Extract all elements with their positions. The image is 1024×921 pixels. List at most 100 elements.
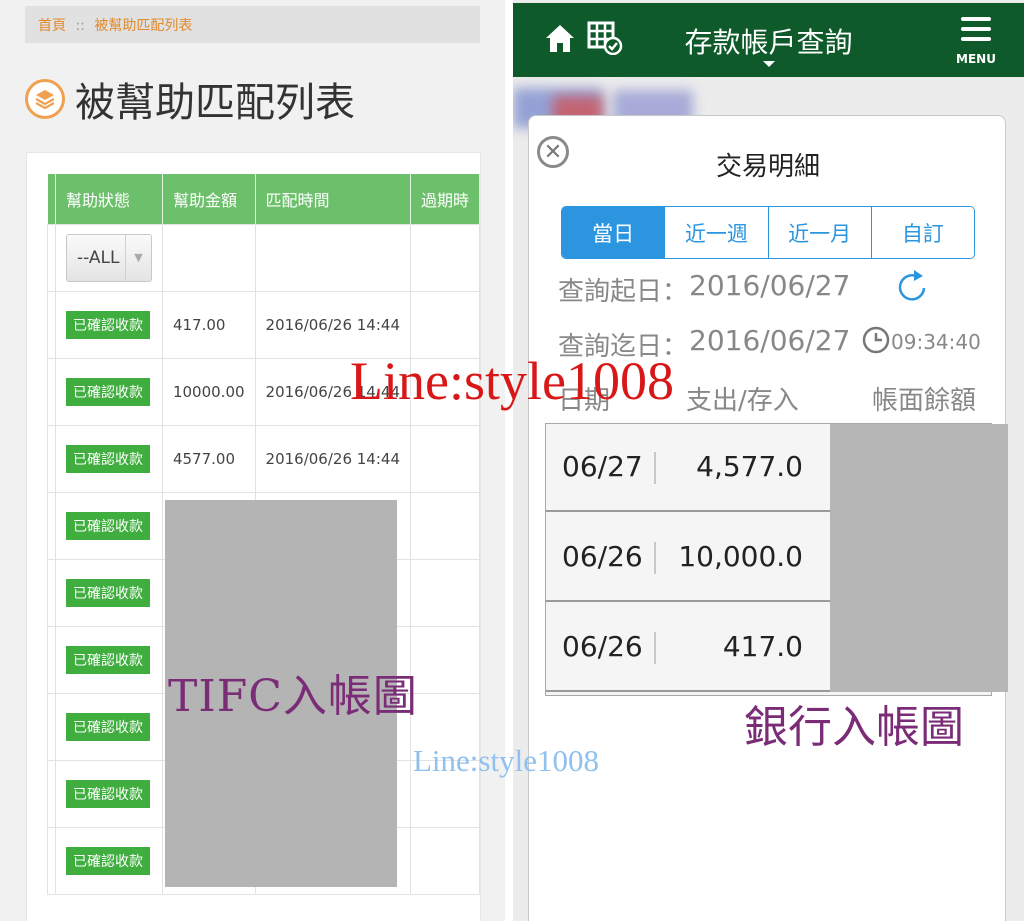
status-cell: 已確認收款	[54, 692, 163, 761]
transaction-date: 06/26	[562, 630, 643, 663]
watermark-small: Line:style1008	[413, 743, 599, 778]
chevron-down-icon: ▼	[124, 234, 151, 281]
bank-overlay-label: 銀行入帳圖	[744, 702, 964, 753]
table-header-row: 幫助狀態 幫助金額 匹配時間 過期時	[47, 174, 480, 224]
row-edge	[47, 424, 56, 493]
column-header-status[interactable]: 幫助狀態	[55, 174, 163, 224]
table-header-edge	[47, 174, 56, 224]
status-badge: 已確認收款	[65, 846, 150, 875]
expire-time-cell	[409, 625, 480, 694]
tab-last-month[interactable]: 近一月	[768, 207, 872, 258]
transaction-date: 06/27	[562, 450, 643, 483]
header-balance: 帳面餘額	[872, 386, 977, 416]
status-cell: 已確認收款	[54, 558, 163, 627]
status-cell: 已確認收款	[54, 491, 163, 560]
app-bar-title[interactable]: 存款帳戶查詢	[513, 21, 1024, 61]
expire-time-cell	[409, 290, 480, 359]
query-end-date: 2016/06/27	[689, 324, 851, 357]
menu-icon-bar	[961, 37, 991, 41]
period-tabs: 當日 近一週 近一月 自訂	[561, 206, 975, 259]
status-cell: 已確認收款	[54, 424, 163, 493]
balance-redaction-mask	[830, 424, 1008, 692]
layers-icon	[25, 79, 65, 119]
modal-title: 交易明細	[715, 152, 820, 182]
filter-cell-empty	[409, 223, 480, 292]
expire-time-cell	[409, 826, 480, 895]
bank-app-panel: 存款帳戶查詢 MENU ✕ 交易明細 當日 近一週 近一月 自訂 查詢起日： 2…	[513, 0, 1024, 921]
status-badge: 已確認收款	[65, 511, 150, 540]
expire-time-cell	[409, 558, 480, 627]
clock-icon	[862, 326, 890, 358]
menu-icon	[961, 17, 991, 21]
caret-down-icon[interactable]	[763, 61, 775, 67]
status-filter-cell: --ALL ▼	[54, 223, 163, 292]
row-edge	[47, 692, 56, 761]
transaction-table: 06/27 4,577.0 06/26 10,000.0 06/26 417.0	[545, 423, 1008, 696]
filter-row: --ALL ▼	[47, 223, 480, 292]
row-edge	[47, 491, 56, 560]
transaction-amount: 417.0	[722, 630, 803, 663]
transaction-detail-modal: ✕ 交易明細 當日 近一週 近一月 自訂 查詢起日： 2016/06/27 查詢…	[528, 115, 1008, 921]
tab-today[interactable]: 當日	[562, 207, 666, 258]
watermark-large: Line:style1008	[350, 351, 674, 411]
column-divider	[654, 542, 656, 574]
status-cell: 已確認收款	[54, 290, 163, 359]
query-start-label: 查詢起日：	[558, 277, 689, 307]
column-header-amount[interactable]: 幫助金額	[162, 174, 256, 224]
table-row[interactable]: 已確認收款 417.00 2016/06/26 14:44	[47, 290, 480, 359]
status-cell: 已確認收款	[54, 759, 163, 828]
header-amount: 支出/存入	[686, 386, 799, 416]
app-top-bar: 存款帳戶查詢 MENU	[513, 3, 1024, 77]
column-header-expire-time[interactable]: 過期時	[410, 174, 480, 224]
status-cell: 已確認收款	[54, 625, 163, 694]
expire-time-cell	[409, 491, 480, 560]
match-time-cell: 2016/06/26 14:44	[254, 424, 411, 493]
menu-button[interactable]: MENU	[953, 15, 999, 67]
row-edge	[47, 625, 56, 694]
row-edge	[47, 357, 56, 426]
query-time: 09:34:40	[891, 330, 981, 354]
filter-cell-empty	[254, 223, 411, 292]
tab-last-week[interactable]: 近一週	[665, 207, 769, 258]
tab-custom[interactable]: 自訂	[871, 207, 974, 258]
status-filter-select[interactable]: --ALL ▼	[65, 233, 152, 282]
status-cell: 已確認收款	[54, 826, 163, 895]
status-badge: 已確認收款	[65, 444, 150, 473]
transaction-date: 06/26	[562, 540, 643, 573]
row-edge	[47, 223, 56, 292]
transaction-amount: 10,000.0	[678, 540, 803, 573]
query-start-date: 2016/06/27	[689, 269, 851, 302]
status-cell: 已確認收款	[54, 357, 163, 426]
status-badge: 已確認收款	[65, 779, 150, 808]
help-match-list-panel: 首頁 :: 被幫助匹配列表 被幫助匹配列表 幫助狀態 幫助金額 匹配時間 過期時	[0, 0, 505, 921]
breadcrumb: 首頁 :: 被幫助匹配列表	[25, 6, 480, 43]
row-edge	[47, 558, 56, 627]
status-filter-value: --ALL	[76, 247, 120, 268]
tifc-overlay-label: TIFC入帳圖	[168, 671, 418, 722]
amount-cell: 417.00	[161, 290, 256, 359]
page-title: 被幫助匹配列表	[75, 80, 355, 126]
breadcrumb-current[interactable]: 被幫助匹配列表	[94, 18, 192, 34]
menu-label: MENU	[956, 52, 996, 66]
row-edge	[47, 290, 56, 359]
status-badge: 已確認收款	[65, 377, 150, 406]
page-heading: 被幫助匹配列表	[25, 70, 355, 128]
match-time-cell: 2016/06/26 14:44	[254, 290, 411, 359]
breadcrumb-separator: ::	[75, 18, 85, 34]
column-header-match-time[interactable]: 匹配時間	[255, 174, 411, 224]
breadcrumb-home-link[interactable]: 首頁	[38, 18, 66, 34]
menu-icon-bar	[961, 27, 991, 31]
row-edge	[47, 759, 56, 828]
status-badge: 已確認收款	[65, 645, 150, 674]
amount-cell: 4577.00	[161, 424, 256, 493]
column-divider	[654, 452, 656, 484]
filter-cell-empty	[161, 223, 256, 292]
table-row[interactable]: 已確認收款 4577.00 2016/06/26 14:44	[47, 424, 480, 493]
transaction-amount: 4,577.0	[696, 450, 803, 483]
status-badge: 已確認收款	[65, 578, 150, 607]
row-edge	[47, 826, 56, 895]
refresh-icon[interactable]	[894, 268, 930, 310]
status-badge: 已確認收款	[65, 712, 150, 741]
column-divider	[654, 632, 656, 664]
amount-cell: 10000.00	[161, 357, 256, 426]
